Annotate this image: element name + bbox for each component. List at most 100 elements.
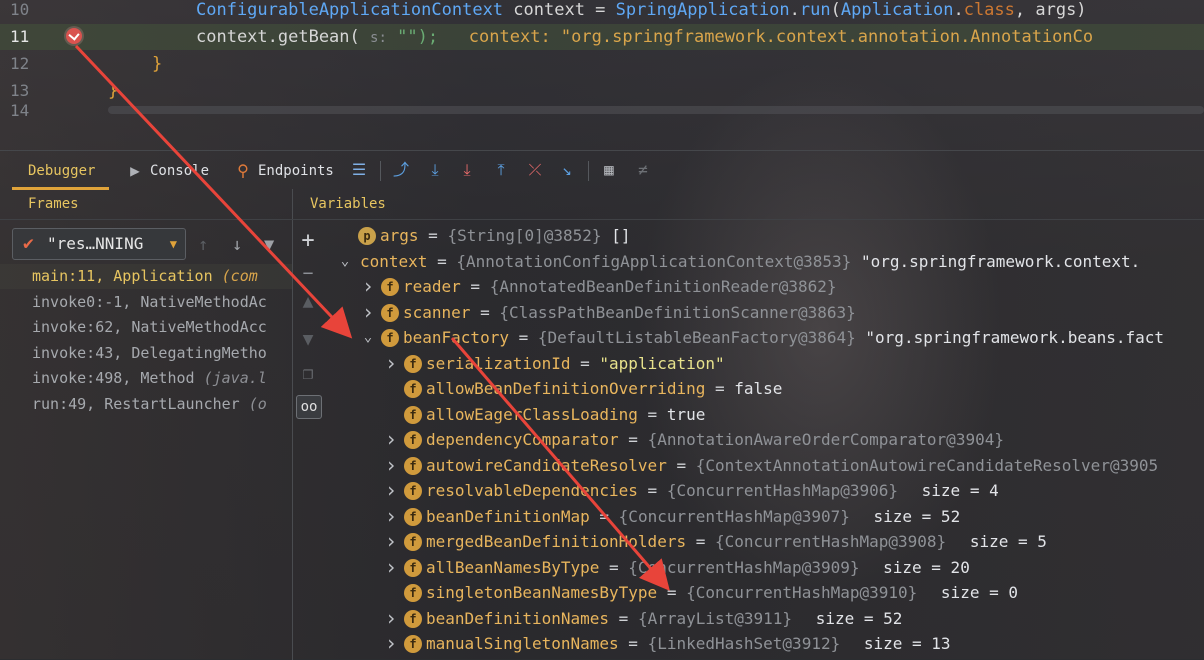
expand-arrow-icon[interactable]: › <box>384 427 398 452</box>
breakpoint-icon[interactable] <box>66 28 82 44</box>
expand-arrow-icon[interactable]: › <box>384 504 398 529</box>
variable-type: {String[0]@3852} <box>447 226 602 245</box>
parameter-icon: p <box>358 227 376 245</box>
variable-name: scanner <box>403 302 471 322</box>
variable-text: beanFactory = {DefaultListableBeanFactor… <box>403 325 1164 350</box>
code-editor[interactable]: 10 ConfigurableApplicationContext contex… <box>0 0 1204 120</box>
variable-row[interactable]: ⌄ context = {AnnotationConfigApplicationC… <box>0 249 1204 274</box>
separator <box>380 161 381 181</box>
variable-type: {ConcurrentHashMap@3909} <box>628 557 860 577</box>
variable-row[interactable]: › f manualSingletonNames = {LinkedHashSet@… <box>0 631 1204 656</box>
step-out-icon[interactable]: ⤒ <box>492 161 510 179</box>
variable-row[interactable]: › f autowireCandidateResolver = {ContextAn… <box>0 453 1204 478</box>
variable-text: dependencyComparator = {AnnotationAwareO… <box>426 427 1004 452</box>
expand-arrow-icon[interactable]: › <box>384 555 398 580</box>
evaluate-expression-icon[interactable]: ▦ <box>600 161 618 179</box>
endpoints-icon: ⚲ <box>237 161 249 180</box>
variable-text: serializationId = "application" <box>426 351 725 376</box>
equals-sign: = <box>427 251 457 271</box>
variable-row[interactable]: › f beanDefinitionNames = {ArrayList@3911}… <box>0 606 1204 631</box>
frames-header: Frames <box>28 196 79 212</box>
code-arg: ""); <box>397 27 439 47</box>
variable-row[interactable]: › f dependencyComparator = {AnnotationAwar… <box>0 427 1204 452</box>
expand-arrow-icon[interactable]: › <box>361 300 375 325</box>
variable-type: {LinkedHashSet@3912} <box>647 634 841 653</box>
variable-type: {ContextAnnotationAutowireCandidateResol… <box>695 455 1159 475</box>
drop-frame-icon[interactable]: ⤫ <box>526 161 544 179</box>
variable-name: allowBeanDefinitionOverriding <box>426 379 706 398</box>
equals-sign: = <box>618 634 648 653</box>
variable-value: size = 13 <box>863 634 951 653</box>
variable-type: {AnnotatedBeanDefinitionReader@3862} <box>489 277 837 296</box>
expand-arrow-icon[interactable]: › <box>384 606 398 631</box>
code-line[interactable]: 12 } <box>0 51 1204 77</box>
field-icon: f <box>404 584 422 602</box>
collapse-arrow-icon[interactable]: ⌄ <box>338 249 352 274</box>
equals-sign: = <box>418 226 448 245</box>
collapse-arrow-icon[interactable]: ⌄ <box>361 325 375 350</box>
variable-row[interactable]: › f resolvableDependencies = {ConcurrentHa… <box>0 478 1204 503</box>
console-icon: ▶ <box>130 161 140 180</box>
variable-name: mergedBeanDefinitionHolders <box>426 532 687 551</box>
variable-value: size = 52 <box>815 608 903 628</box>
run-to-cursor-icon[interactable]: ↘ <box>558 161 576 179</box>
variable-row[interactable]: › f scanner = {ClassPathBeanDefinitionScan… <box>0 300 1204 325</box>
variable-row[interactable]: ⌄ f beanFactory = {DefaultListableBeanFact… <box>0 325 1204 350</box>
variables-header: Variables <box>310 196 386 212</box>
field-icon: f <box>404 431 422 449</box>
expand-arrow-icon[interactable]: › <box>384 351 398 376</box>
variable-row[interactable]: › f beanDefinitionMap = {ConcurrentHashMap… <box>0 504 1204 529</box>
code-line[interactable]: 13 } <box>0 78 1204 104</box>
inline-debug-value: context: "org.springframework.context.an… <box>468 27 1094 47</box>
code-line[interactable]: 10 ConfigurableApplicationContext contex… <box>0 0 1204 23</box>
variable-text: resolvableDependencies = {ConcurrentHash… <box>426 478 999 503</box>
layout-menu-icon[interactable]: ☰ <box>350 161 368 179</box>
variable-type: {ConcurrentHashMap@3906} <box>666 481 899 500</box>
tab-console[interactable]: Console <box>150 157 209 185</box>
variable-name: reader <box>403 277 461 296</box>
variable-row[interactable]: › f mergedBeanDefinitionHolders = {Concurr… <box>0 529 1204 554</box>
equals-sign: = <box>460 277 490 296</box>
variable-value: size = 4 <box>921 481 999 500</box>
variable-row[interactable]: › f reader = {AnnotatedBeanDefinitionReade… <box>0 274 1204 299</box>
step-over-icon[interactable]: ⤓ <box>426 161 444 179</box>
line-number: 14 <box>10 101 30 120</box>
variable-name: dependencyComparator <box>426 430 619 449</box>
variable-text: allBeanNamesByType = {ConcurrentHashMap@… <box>426 555 970 580</box>
trace-stream-icon[interactable]: ≠ <box>634 161 652 179</box>
variable-name: beanFactory <box>403 328 509 347</box>
variable-text: autowireCandidateResolver = {ContextAnno… <box>426 453 1158 478</box>
expand-arrow-icon[interactable]: › <box>384 478 398 503</box>
variable-row[interactable]: f singletonBeanNamesByType = {ConcurrentH… <box>0 580 1204 605</box>
variable-row[interactable]: p args = {String[0]@3852} [] <box>0 223 1204 248</box>
expand-arrow-icon[interactable]: › <box>384 631 398 656</box>
field-icon: f <box>404 635 422 653</box>
expand-arrow-icon[interactable]: › <box>384 529 398 554</box>
variable-type: {ArrayList@3911} <box>637 608 793 628</box>
variable-value: size = 52 <box>873 506 961 526</box>
variable-type: {DefaultListableBeanFactory@3864} <box>537 328 856 347</box>
variable-text: context = {AnnotationConfigApplicationCo… <box>360 249 1140 274</box>
show-execution-point-icon[interactable]: ⤴ <box>392 161 410 179</box>
variable-text: allowEagerClassLoading = true <box>426 402 705 427</box>
variable-row[interactable]: › f serializationId = "application" <box>0 351 1204 376</box>
equals-sign: = <box>589 506 619 526</box>
variable-name: beanDefinitionMap <box>426 506 590 526</box>
expand-arrow-icon[interactable]: › <box>384 453 398 478</box>
variable-row[interactable]: f allowEagerClassLoading = true <box>0 402 1204 427</box>
tab-endpoints[interactable]: Endpoints <box>258 157 334 185</box>
horizontal-scrollbar[interactable] <box>108 106 1204 114</box>
equals-sign: = <box>609 608 638 628</box>
tab-debugger[interactable]: Debugger <box>11 157 110 190</box>
variable-text: beanDefinitionMap = {ConcurrentHashMap@3… <box>426 504 960 529</box>
current-line[interactable]: 11 context.getBean( s: ""); context: "or… <box>0 24 1204 50</box>
line-number: 11 <box>10 27 30 46</box>
equals-sign: = <box>637 404 667 424</box>
equals-sign: = <box>686 532 715 551</box>
variable-row[interactable]: f allowBeanDefinitionOverriding = false <box>0 376 1204 401</box>
expand-arrow-icon[interactable]: › <box>361 274 375 299</box>
variable-row[interactable]: › f allBeanNamesByType = {ConcurrentHashMa… <box>0 555 1204 580</box>
variable-value: size = 5 <box>969 532 1047 551</box>
step-into-icon[interactable]: ⤓ <box>458 161 476 179</box>
separator <box>588 161 589 181</box>
